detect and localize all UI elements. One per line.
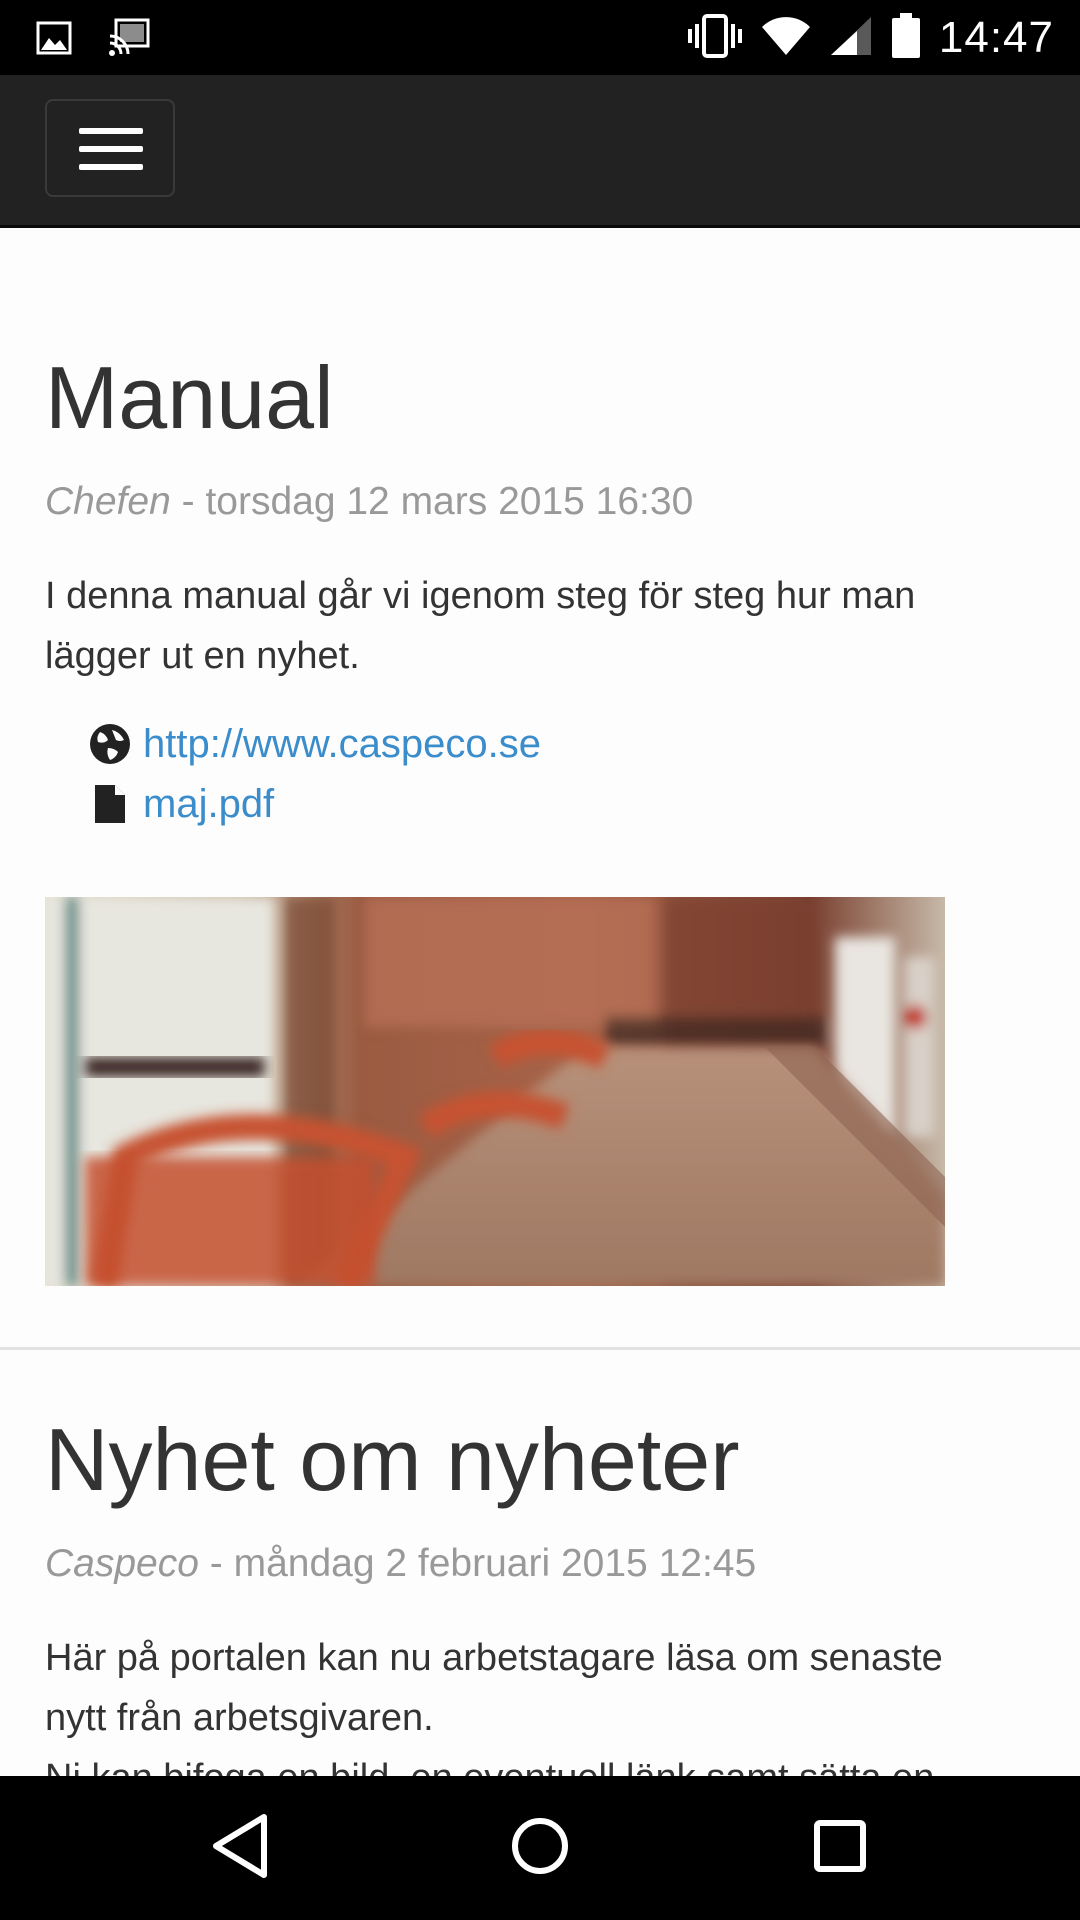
home-circle-icon <box>510 1816 570 1881</box>
file-icon <box>85 782 135 826</box>
news-feed[interactable]: Manual Chefen - torsdag 12 mars 2015 16:… <box>0 228 1080 1776</box>
post-body: I denna manual går vi igenom steg för st… <box>45 566 1045 686</box>
recents-square-icon <box>812 1818 868 1879</box>
post-body-line: Ni kan bifoga en bild, en eventuell länk… <box>45 1748 1055 1776</box>
status-left-icons <box>36 18 150 63</box>
post-image <box>45 897 945 1286</box>
link-item: maj.pdf <box>85 774 541 834</box>
post-meta: Chefen - torsdag 12 mars 2015 16:30 <box>45 480 693 524</box>
post-body-line: nytt från arbetsgivaren. <box>45 1697 434 1739</box>
status-bar: 14:47 <box>0 0 1080 75</box>
battery-icon <box>891 12 921 64</box>
post-body: Här på portalen kan nu arbetstagare läsa… <box>45 1628 1055 1776</box>
meta-separator: - <box>170 480 206 523</box>
back-button[interactable] <box>204 1812 276 1884</box>
post-date: torsdag 12 mars 2015 16:30 <box>205 480 694 523</box>
recents-button[interactable] <box>804 1812 876 1884</box>
status-right-icons: 14:47 <box>687 10 1054 66</box>
vibrate-icon <box>687 13 743 63</box>
post-links: http://www.caspeco.se maj.pdf <box>45 714 541 834</box>
image-notification-icon <box>36 20 72 61</box>
post-meta: Caspeco - måndag 2 februari 2015 12:45 <box>45 1542 756 1586</box>
system-nav-bar <box>0 1776 1080 1920</box>
post-title: Manual <box>45 348 334 447</box>
globe-icon <box>85 722 135 766</box>
screen: 14:47 Manual Chefen - torsdag 12 mars 20… <box>0 0 1080 1920</box>
back-triangle-icon <box>210 1813 270 1884</box>
post-body-line: I denna manual går vi igenom steg för st… <box>45 575 916 617</box>
home-button[interactable] <box>504 1812 576 1884</box>
wifi-icon <box>761 15 811 62</box>
status-time: 14:47 <box>938 13 1054 62</box>
cast-icon <box>108 18 150 63</box>
post-author: Chefen <box>45 480 171 523</box>
pdf-link[interactable]: maj.pdf <box>143 782 274 827</box>
link-item: http://www.caspeco.se <box>85 714 541 774</box>
hamburger-menu-button[interactable] <box>45 99 175 197</box>
post-body-line: Här på portalen kan nu arbetstagare läsa… <box>45 1637 943 1679</box>
post-body-line: lägger ut en nyhet. <box>45 635 360 677</box>
post-divider <box>0 1347 1080 1350</box>
post-author: Caspeco <box>45 1542 199 1585</box>
post-title: Nyhet om nyheter <box>45 1410 740 1509</box>
signal-icon <box>829 15 873 62</box>
website-link[interactable]: http://www.caspeco.se <box>143 722 541 767</box>
meta-separator: - <box>198 1542 234 1585</box>
app-navbar <box>0 75 1080 228</box>
post-date: måndag 2 februari 2015 12:45 <box>233 1542 757 1585</box>
